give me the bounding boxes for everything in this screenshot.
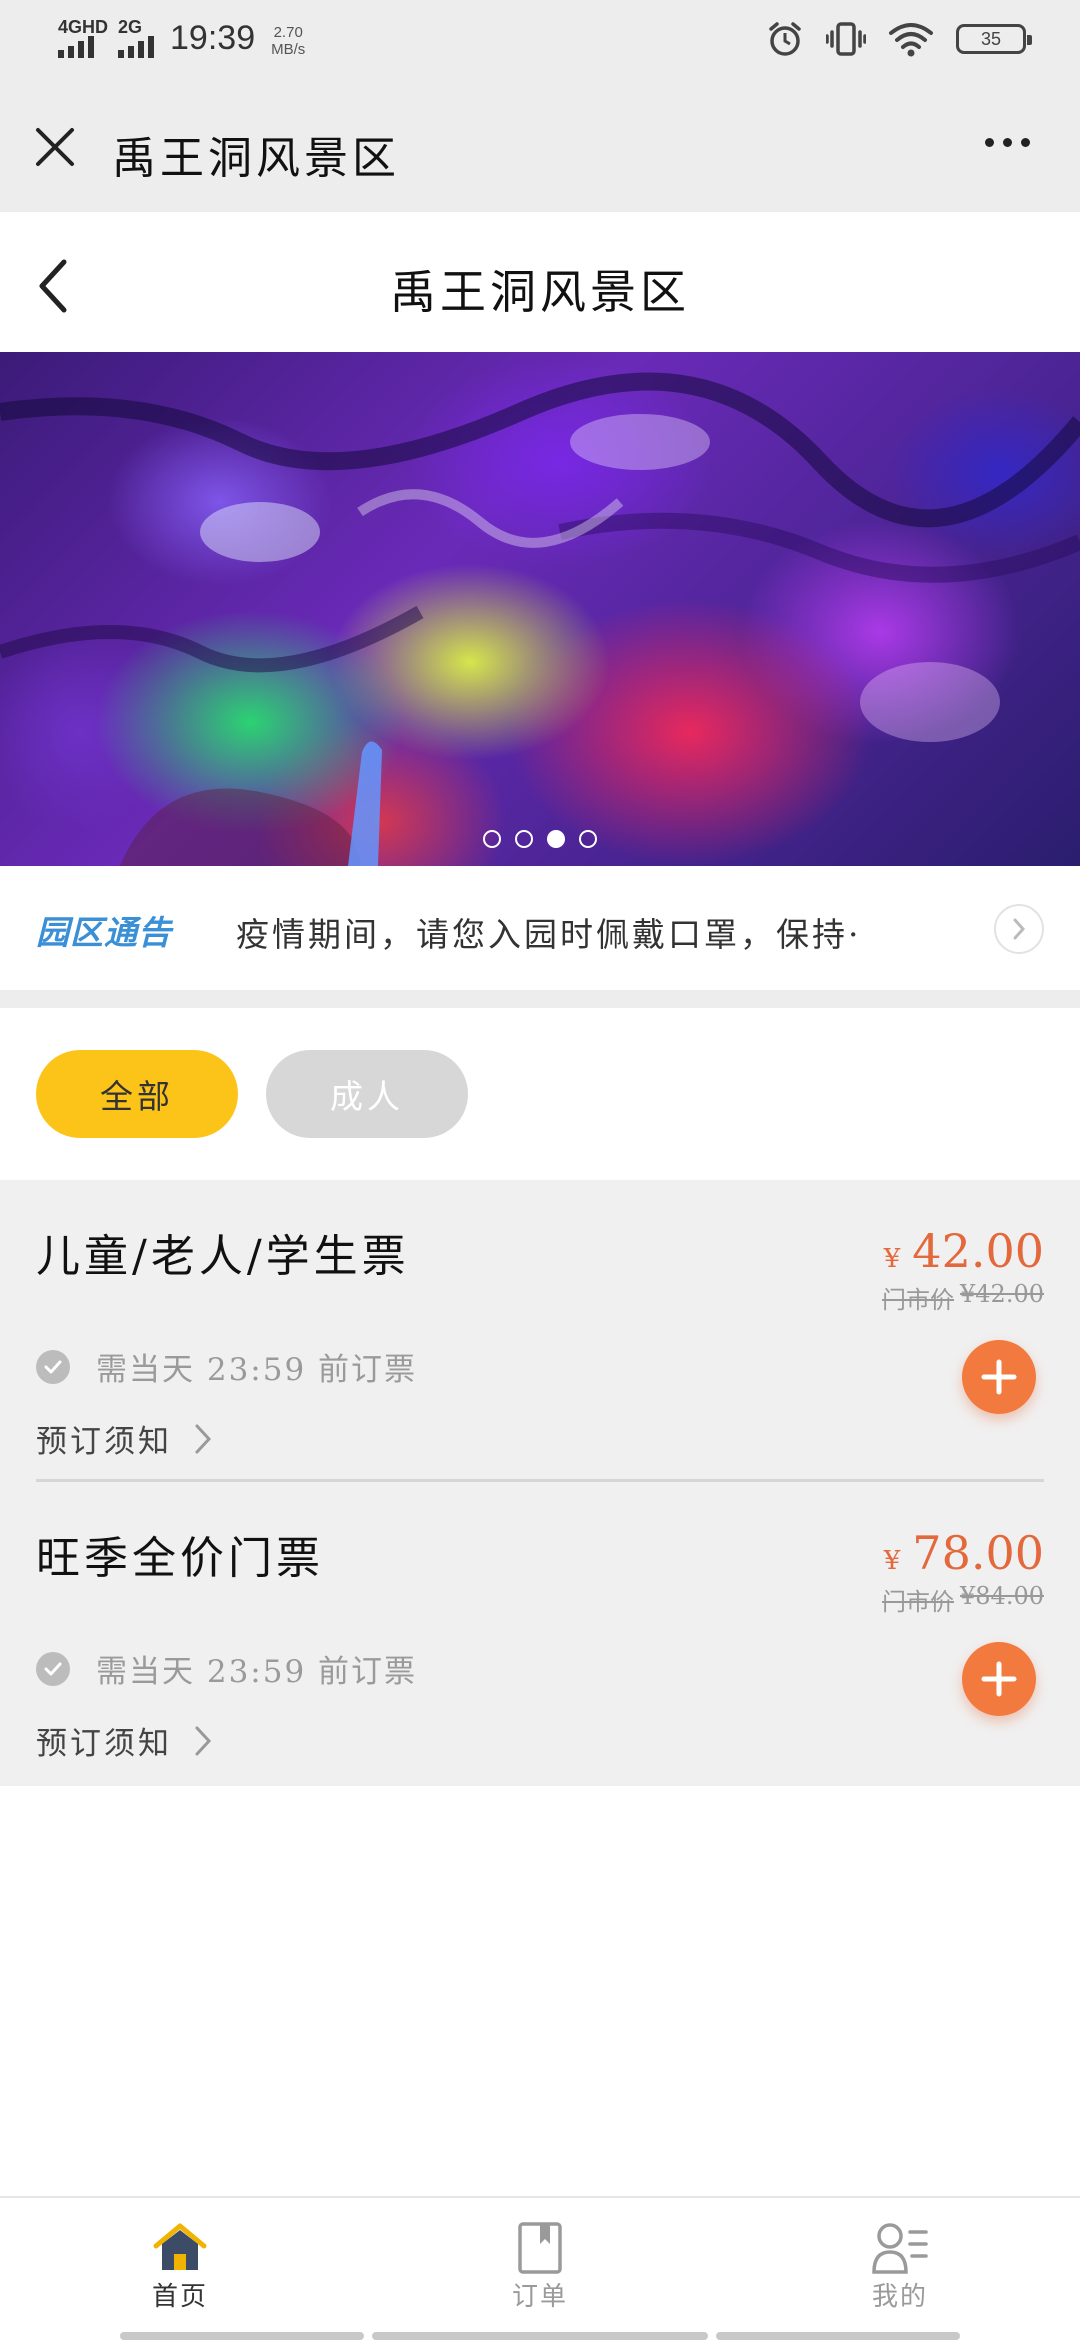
original-price: 门市价 ¥84.00 [882,1582,1044,1617]
nav-home-label: 首页 [151,2282,208,2312]
battery-level: 35 [980,28,1002,49]
check-icon [36,1349,70,1384]
profile-icon [872,2223,928,2274]
more-icon[interactable] [985,138,1030,147]
status-time: 19:39 [170,19,256,57]
park-notice[interactable]: 园区通告 疫情期间，请您入园时佩戴口罩，保持··· [0,866,1080,990]
gesture-bar [716,2332,960,2340]
signal-bars-icon [118,36,155,58]
ticket-item[interactable]: 旺季全价门票 ¥ 78.00 门市价 ¥84.00 需当天 23:59 前订票 … [0,1482,1080,1784]
banner-carousel[interactable] [0,352,1080,866]
status-left: 4GHD 2G 19:39 2.70 MB/s [58,18,305,58]
network-4g-label: 4GHD [58,17,109,37]
chevron-right-icon [195,1726,212,1755]
plus-icon [981,1661,1017,1697]
vibrate-icon [826,22,866,56]
network-speed-value: 2.70 [273,24,303,41]
check-icon [36,1651,70,1686]
add-ticket-button[interactable] [962,1340,1036,1414]
price-value: 78.00 [912,1526,1044,1580]
notice-logo: 园区通告 [36,913,172,952]
carousel-dot[interactable] [579,830,597,848]
bottom-nav: 首页 订单 我的 [0,2196,1080,2340]
ticket-price: ¥ 78.00 [884,1526,1044,1580]
alarm-icon [769,22,801,56]
notice-text: 疫情期间，请您入园时佩戴口罩，保持··· [236,915,856,954]
gesture-bar [120,2332,364,2340]
filter-adult-chip[interactable]: 成人 [266,1050,468,1138]
booking-notice-label: 预订须知 [36,1424,172,1460]
ticket-price: ¥ 42.00 [884,1224,1044,1278]
gesture-bar [372,2332,708,2340]
currency-symbol: ¥ [883,1546,901,1576]
orders-icon [518,2222,562,2274]
booking-notice-label: 预订须知 [36,1726,172,1762]
original-price-label: 门市价 [882,1588,955,1616]
price-value: 42.00 [912,1224,1044,1278]
booking-notice-link[interactable]: 预订须知 [36,1416,214,1461]
carousel-dots [0,830,1080,848]
status-right: 35 [766,20,1032,58]
ticket-filters: 全部 成人 [0,1008,1080,1180]
booking-notice-link[interactable]: 预订须知 [36,1718,214,1763]
network-2g: 2G [118,17,155,58]
ticket-list: 儿童/老人/学生票 ¥ 42.00 门市价 ¥42.00 需当天 23:59 前… [0,1180,1080,1786]
network-speed: 2.70 MB/s [271,24,305,58]
nav-mine-label: 我的 [871,2282,928,2312]
booking-condition: 需当天 23:59 前订票 [36,1646,417,1691]
page-header: 禹王洞风景区 [0,212,1080,352]
home-icon [153,2223,207,2270]
network-2g-label: 2G [118,17,143,37]
original-price: 门市价 ¥42.00 [882,1280,1044,1315]
nav-home[interactable]: 首页 [80,2222,280,2313]
ticket-name: 儿童/老人/学生票 [36,1231,410,1282]
wechat-title-bar: 禹王洞风景区 [0,88,1080,212]
chevron-right-icon [195,1424,212,1453]
ticket-item[interactable]: 儿童/老人/学生票 ¥ 42.00 门市价 ¥42.00 需当天 23:59 前… [0,1180,1080,1482]
plus-icon [981,1359,1017,1395]
section-divider [0,990,1080,1008]
network-4g: 4GHD [58,18,108,58]
nav-orders-label: 订单 [511,2282,568,2312]
filter-all-chip[interactable]: 全部 [36,1050,238,1138]
nav-orders[interactable]: 订单 [440,2222,640,2313]
status-bar: 4GHD 2G 19:39 2.70 MB/s 35 [0,0,1080,88]
nav-mine[interactable]: 我的 [800,2222,1000,2313]
carousel-dot[interactable] [547,830,565,848]
currency-symbol: ¥ [883,1244,901,1274]
cave-photo [0,372,1080,866]
network-speed-unit: MB/s [271,41,306,58]
close-icon[interactable] [30,122,80,172]
signal-bars-icon [58,36,94,58]
condition-text: 需当天 23:59 前订票 [96,1352,418,1388]
add-ticket-button[interactable] [962,1642,1036,1716]
original-price-value: ¥42.00 [960,1280,1044,1308]
ticket-name: 旺季全价门票 [36,1533,324,1584]
page-title: 禹王洞风景区 [390,265,690,319]
carousel-dot[interactable] [515,830,533,848]
booking-condition: 需当天 23:59 前订票 [36,1344,417,1389]
carousel-dot[interactable] [483,830,501,848]
chevron-right-icon[interactable] [994,904,1044,954]
battery-icon: 35 [956,24,1032,54]
original-price-value: ¥84.00 [960,1582,1044,1610]
original-price-label: 门市价 [882,1286,955,1314]
wifi-icon [889,23,933,57]
wechat-title: 禹王洞风景区 [112,133,400,184]
condition-text: 需当天 23:59 前订票 [96,1654,418,1690]
